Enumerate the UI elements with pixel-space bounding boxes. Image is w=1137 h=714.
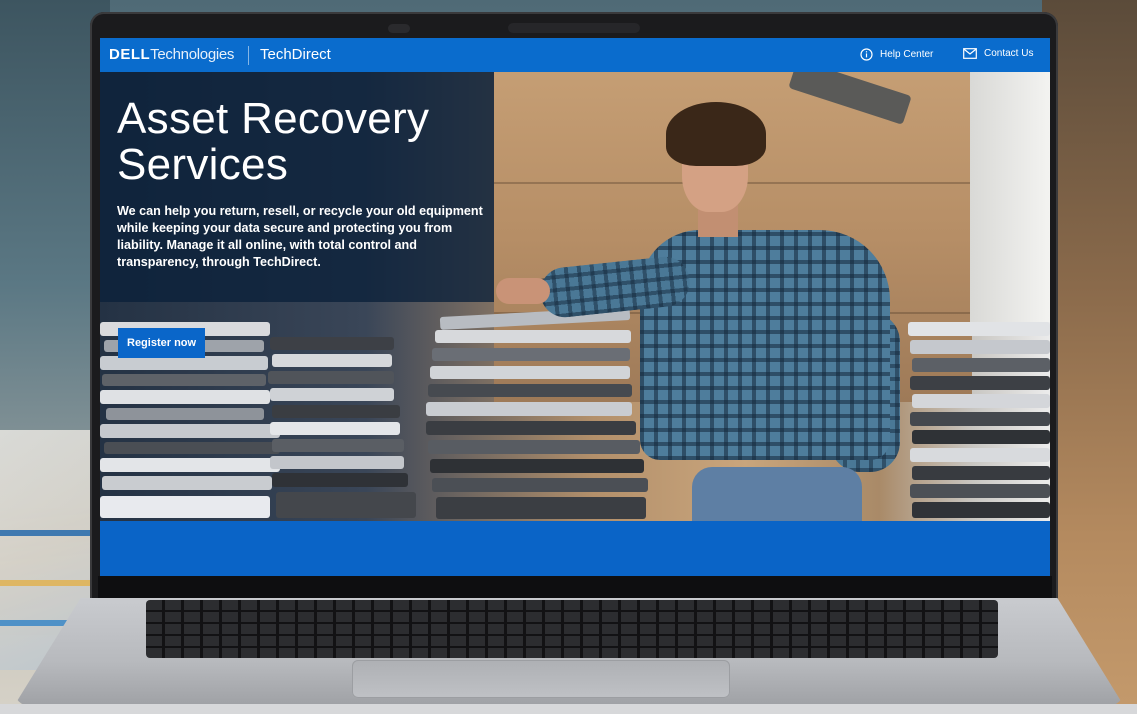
contact-us-label: Contact Us	[984, 48, 1034, 59]
bottom-blue-band	[100, 521, 1050, 576]
help-center-link[interactable]: Help Center	[860, 48, 933, 61]
product-name[interactable]: TechDirect	[260, 46, 331, 63]
person-hair	[666, 102, 766, 166]
hero-headline: Asset Recovery Services	[117, 94, 430, 189]
laptop-front-edge	[0, 704, 1137, 714]
help-center-label: Help Center	[880, 49, 934, 60]
person-hand	[496, 278, 550, 304]
logo-technologies: Technologies	[150, 46, 235, 63]
truck-door	[970, 72, 1050, 322]
person-jeans	[692, 467, 862, 521]
laptop-screen: DELLTechnologies TechDirect Help Center …	[100, 38, 1050, 576]
hero-description: We can help you return, resell, or recyc…	[117, 204, 483, 269]
register-now-button[interactable]: Register now	[118, 328, 206, 358]
dell-technologies-logo[interactable]: DELLTechnologies	[109, 46, 234, 63]
logo-dell: DELL	[109, 46, 151, 63]
info-circle-icon	[860, 48, 873, 61]
top-navigation-bar: DELLTechnologies TechDirect Help Center …	[100, 38, 1050, 72]
brand-divider	[248, 46, 249, 65]
trackpad	[352, 660, 730, 698]
mail-icon	[963, 48, 977, 59]
webcam	[388, 24, 410, 33]
camera-bar	[508, 23, 640, 33]
keyboard	[146, 600, 998, 658]
hero-banner: Asset Recovery Services We can help you …	[100, 72, 1050, 521]
contact-us-link[interactable]: Contact Us	[963, 48, 1033, 59]
